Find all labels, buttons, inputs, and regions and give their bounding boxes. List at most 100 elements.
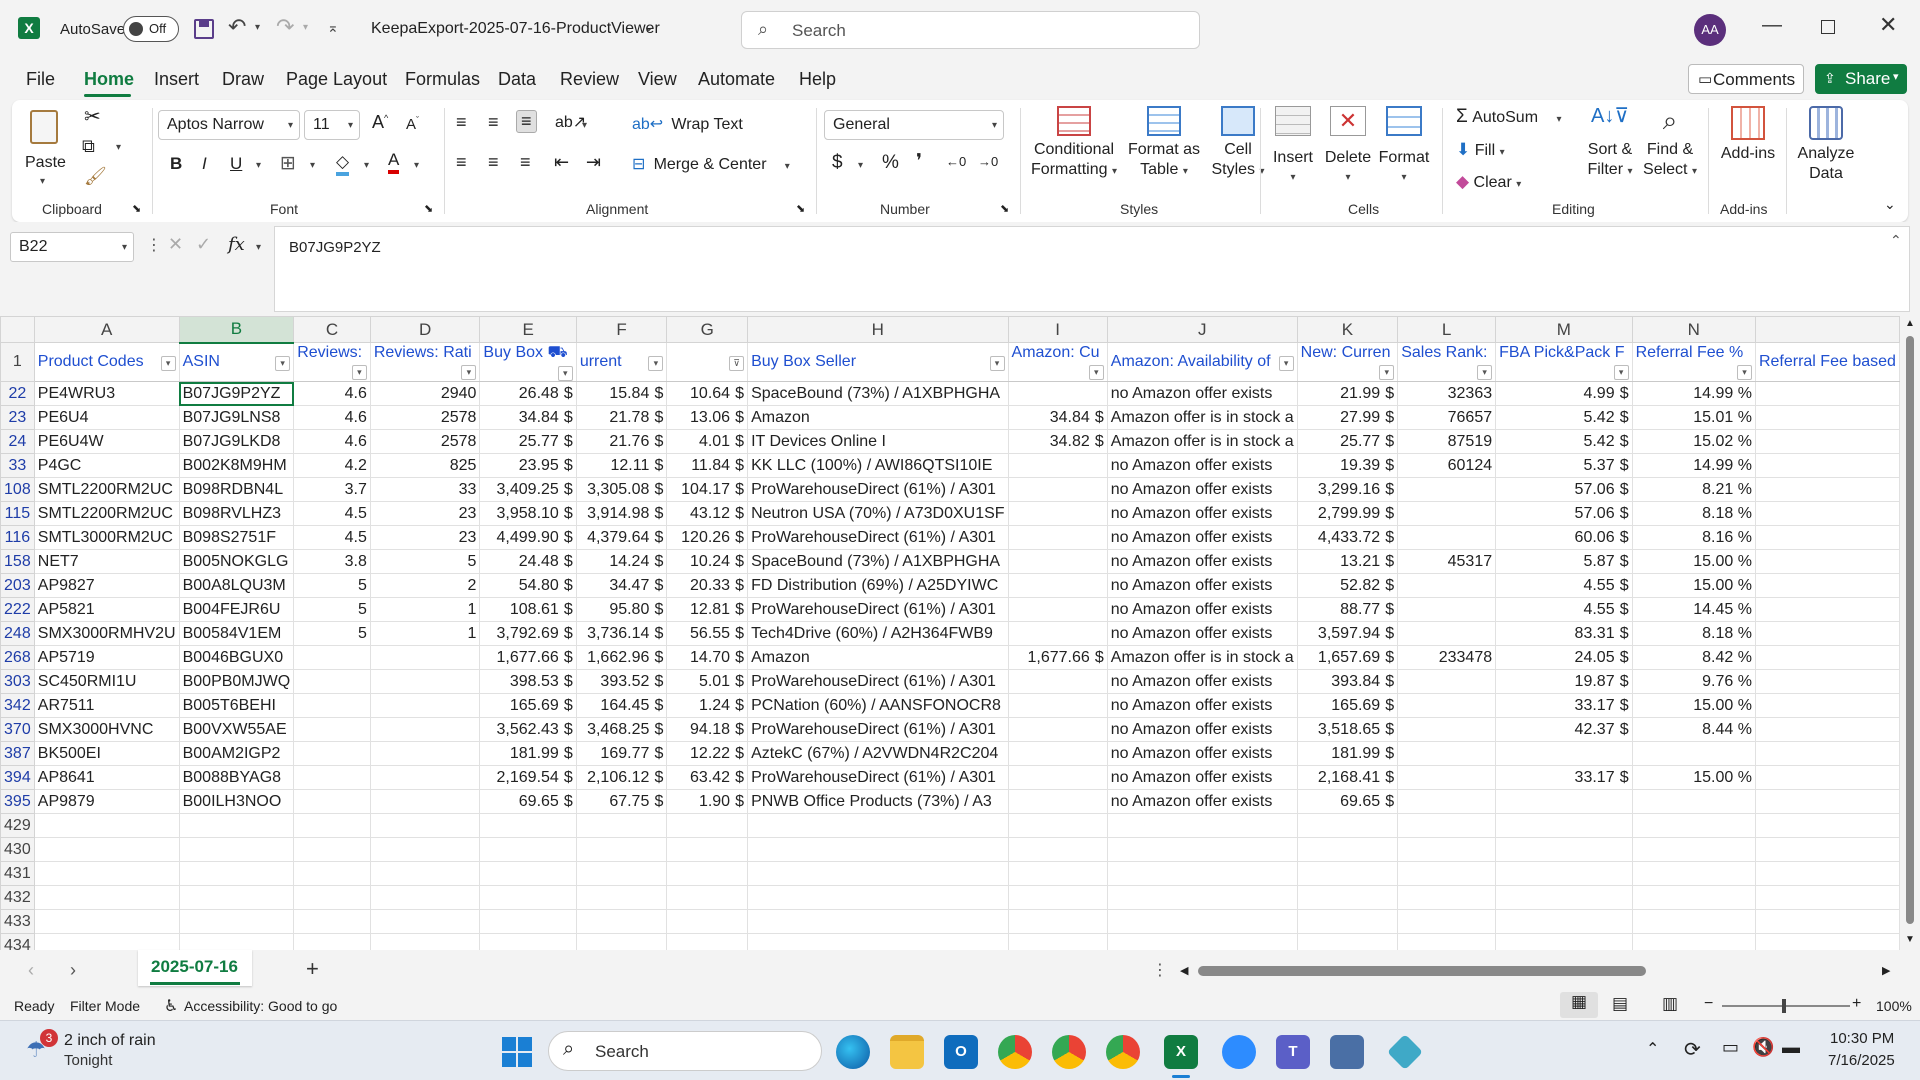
- cell-n-370[interactable]: 8.44 %: [1631, 717, 1756, 742]
- cell-l-395[interactable]: [1397, 789, 1497, 814]
- row-header[interactable]: 429: [0, 813, 35, 838]
- weather-widget[interactable]: ☂ 3 2 inch of rain Tonight: [20, 1029, 170, 1073]
- cell-g-342[interactable]: 1.24 $: [666, 693, 749, 718]
- cell-e-108[interactable]: 3,409.25 $: [479, 477, 577, 502]
- cell-m-342[interactable]: 33.17 $: [1495, 693, 1633, 718]
- cell-o-33[interactable]: [1754, 453, 1900, 478]
- cell-k-394[interactable]: 2,168.41 $: [1296, 765, 1399, 790]
- cell-d-158[interactable]: 5: [369, 549, 481, 574]
- row-header[interactable]: 342: [0, 693, 35, 718]
- orientation-chevron-icon[interactable]: ▾: [582, 120, 587, 131]
- excel-taskbar-icon[interactable]: X: [1164, 1035, 1198, 1069]
- copy-icon[interactable]: ⧉: [82, 136, 95, 157]
- row-header[interactable]: 158: [0, 549, 35, 574]
- decrease-font-icon[interactable]: Aˇ: [406, 115, 419, 133]
- tab-data[interactable]: Data: [498, 69, 536, 90]
- empty-cell[interactable]: [1631, 885, 1756, 910]
- cell-g-115[interactable]: 43.12 $: [666, 501, 749, 526]
- cell-n-387[interactable]: [1631, 741, 1756, 766]
- row-header[interactable]: 115: [0, 501, 35, 526]
- cell-e-24[interactable]: 25.77 $: [479, 429, 577, 454]
- row-header[interactable]: 203: [0, 573, 35, 598]
- cell-h-23[interactable]: Amazon: [747, 405, 1009, 430]
- cell-b-108[interactable]: B098RDBN4L: [178, 477, 295, 502]
- cell-d-203[interactable]: 2: [369, 573, 481, 598]
- header-cell-current[interactable]: urrent ▾: [575, 342, 668, 382]
- cancel-entry-icon[interactable]: ✕: [168, 234, 183, 255]
- cell-n-303[interactable]: 9.76 %: [1631, 669, 1756, 694]
- zoom-in-icon[interactable]: +: [1852, 995, 1861, 1013]
- empty-cell[interactable]: [575, 933, 668, 950]
- tab-view[interactable]: View: [638, 69, 677, 90]
- redo-icon[interactable]: ↷: [276, 14, 294, 40]
- cell-j-24[interactable]: Amazon offer is in stock a: [1106, 429, 1298, 454]
- empty-cell[interactable]: [33, 837, 180, 862]
- empty-cell[interactable]: [1007, 861, 1108, 886]
- cell-n-33[interactable]: 14.99 %: [1631, 453, 1756, 478]
- cell-k-222[interactable]: 88.77 $: [1296, 597, 1399, 622]
- cell-i-387[interactable]: [1007, 741, 1108, 766]
- cut-icon[interactable]: ✂: [84, 104, 101, 129]
- cell-o-108[interactable]: [1754, 477, 1900, 502]
- cell-n-24[interactable]: 15.02 %: [1631, 429, 1756, 454]
- cell-m-115[interactable]: 57.06 $: [1495, 501, 1633, 526]
- empty-cell[interactable]: [1495, 909, 1633, 934]
- empty-cell[interactable]: [575, 813, 668, 838]
- cell-o-22[interactable]: [1754, 381, 1900, 406]
- cell-i-268[interactable]: 1,677.66 $: [1007, 645, 1108, 670]
- vertical-scrollbar-track[interactable]: ▲ ▼: [1900, 316, 1920, 950]
- borders-icon[interactable]: ⊞: [280, 152, 296, 175]
- empty-cell[interactable]: [1397, 885, 1497, 910]
- font-launcher-icon[interactable]: ⬊: [424, 202, 433, 215]
- search-box[interactable]: ⌕ Search: [741, 11, 1200, 49]
- cell-f-387[interactable]: 169.77 $: [575, 741, 668, 766]
- cell-d-116[interactable]: 23: [369, 525, 481, 550]
- cell-h-370[interactable]: ProWarehouseDirect (61%) / A301: [747, 717, 1009, 742]
- column-header-e[interactable]: E: [479, 316, 577, 343]
- filter-dropdown-icon[interactable]: ▾: [275, 356, 291, 372]
- chrome-profile-2-icon[interactable]: [1052, 1035, 1086, 1069]
- cell-e-248[interactable]: 3,792.69 $: [479, 621, 577, 646]
- header-cell-fba-fee[interactable]: FBA Pick&Pack F ▾: [1495, 342, 1633, 382]
- paste-button[interactable]: Paste ▾: [22, 106, 66, 188]
- scroll-right-icon[interactable]: ▶: [1882, 964, 1890, 977]
- filter-dropdown-icon[interactable]: ▾: [1379, 365, 1395, 380]
- cell-i-33[interactable]: [1007, 453, 1108, 478]
- next-sheet-icon[interactable]: ›: [70, 960, 76, 981]
- cell-h-24[interactable]: IT Devices Online I: [747, 429, 1009, 454]
- cell-h-248[interactable]: Tech4Drive (60%) / A2H364FWB9: [747, 621, 1009, 646]
- cell-j-342[interactable]: no Amazon offer exists: [1106, 693, 1298, 718]
- number-launcher-icon[interactable]: ⬊: [1000, 202, 1009, 215]
- tab-review[interactable]: Review: [560, 69, 619, 90]
- empty-cell[interactable]: [1106, 933, 1298, 950]
- cell-n-394[interactable]: 15.00 %: [1631, 765, 1756, 790]
- cell-d-23[interactable]: 2578: [369, 405, 481, 430]
- column-header-b[interactable]: B: [178, 316, 295, 344]
- filter-dropdown-icon[interactable]: ▾: [557, 366, 573, 381]
- cell-d-33[interactable]: 825: [369, 453, 481, 478]
- empty-cell[interactable]: [1296, 861, 1399, 886]
- cell-i-23[interactable]: 34.84 $: [1007, 405, 1108, 430]
- empty-cell[interactable]: [479, 861, 577, 886]
- sheet-options-icon[interactable]: ⋮: [1152, 960, 1168, 980]
- battery-icon[interactable]: ▬: [1782, 1037, 1800, 1058]
- row-header[interactable]: 33: [0, 453, 35, 478]
- cell-c-248[interactable]: 5: [293, 621, 371, 646]
- clipboard-launcher-icon[interactable]: ⬊: [132, 202, 141, 215]
- cell-g-303[interactable]: 5.01 $: [666, 669, 749, 694]
- edge-icon[interactable]: [836, 1035, 870, 1069]
- cell-b-222[interactable]: B004FEJR6U: [178, 597, 295, 622]
- cell-m-116[interactable]: 60.06 $: [1495, 525, 1633, 550]
- cell-l-222[interactable]: [1397, 597, 1497, 622]
- header-cell-g[interactable]: ⊽: [666, 342, 749, 382]
- empty-cell[interactable]: [178, 837, 295, 862]
- cell-m-24[interactable]: 5.42 $: [1495, 429, 1633, 454]
- cell-a-248[interactable]: SMX3000RMHV2U: [33, 621, 180, 646]
- copy-chevron-icon[interactable]: ▾: [116, 142, 121, 153]
- cell-d-395[interactable]: [369, 789, 481, 814]
- cell-l-387[interactable]: [1397, 741, 1497, 766]
- cell-c-394[interactable]: [293, 765, 371, 790]
- cell-i-342[interactable]: [1007, 693, 1108, 718]
- filter-dropdown-icon[interactable]: ▾: [461, 365, 477, 380]
- wrap-text-button[interactable]: ab↩ Wrap Text: [632, 114, 743, 134]
